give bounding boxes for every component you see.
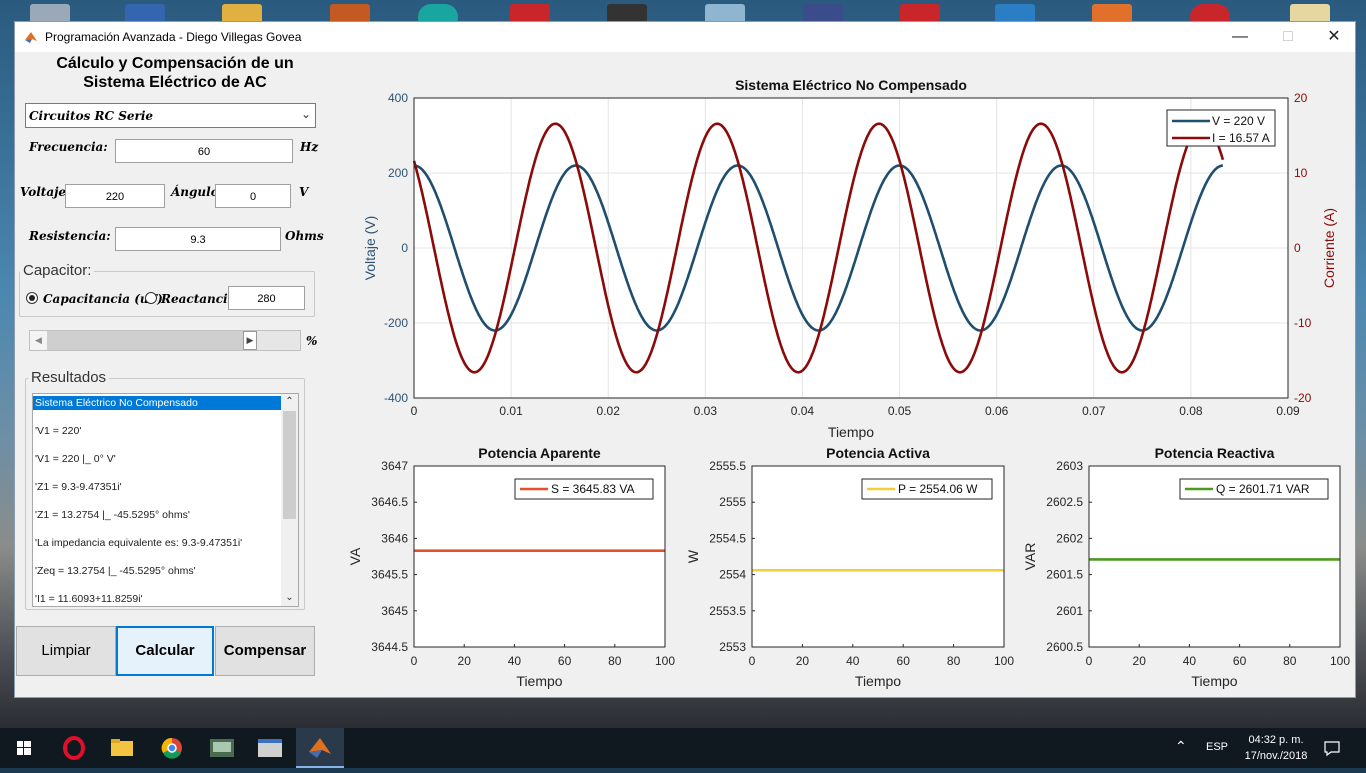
- power3-x-axis-label: Tiempo: [1191, 673, 1237, 689]
- main-x-tick-label: 0.08: [1179, 404, 1203, 418]
- windows-start-icon[interactable]: [0, 728, 48, 768]
- main-x-tick-label: 0.01: [499, 404, 523, 418]
- file-explorer-icon[interactable]: [98, 728, 146, 768]
- power3-y-tick-label: 2602: [1056, 531, 1083, 545]
- main-x-tick-label: 0.09: [1276, 404, 1300, 418]
- clock[interactable]: 04:32 p. m. 17/nov./2018: [1236, 732, 1316, 764]
- power3-y-tick-label: 2603: [1056, 459, 1083, 473]
- power2-y-axis-label: W: [685, 549, 701, 563]
- main-y-right-tick-label: -20: [1294, 391, 1312, 405]
- power2-x-tick-label: 0: [749, 654, 756, 668]
- main-legend-label-1: I = 16.57 A: [1212, 131, 1270, 145]
- main-chart-title: Sistema Eléctrico No Compensado: [735, 77, 967, 93]
- power2-y-tick-label: 2554: [719, 568, 746, 582]
- main-x-tick-label: 0.07: [1082, 404, 1106, 418]
- main-y-axis-label: Voltaje (V): [362, 216, 378, 281]
- chrome-icon[interactable]: [148, 728, 196, 768]
- power1-title: Potencia Aparente: [478, 445, 601, 461]
- main-y-right-tick-label: 0: [1294, 241, 1301, 255]
- power3-x-tick-label: 0: [1086, 654, 1093, 668]
- charts-canvas: 0 0.01 0.02 0.03 0.04 0.05 0.06 0.07 0.08 0.09400…: [347, 77, 1350, 689]
- main-x-tick-label: 0.03: [694, 404, 718, 418]
- power2-y-tick-label: 2555.5: [709, 459, 746, 473]
- power3-title: Potencia Reactiva: [1155, 445, 1275, 461]
- power1-y-tick-label: 3644.5: [371, 640, 408, 654]
- power3-y-tick-label: 2601.5: [1046, 568, 1083, 582]
- clock-date: 17/nov./2018: [1244, 750, 1308, 762]
- main-x-tick-label: 0.02: [597, 404, 621, 418]
- power1-legend-label: S = 3645.83 VA: [551, 482, 635, 496]
- power3-x-tick-label: 100: [1330, 654, 1350, 668]
- main-y-right-axis-label: Corriente (A): [1321, 208, 1337, 288]
- power2-x-tick-label: 100: [994, 654, 1014, 668]
- matlab-taskbar-icon[interactable]: [296, 728, 344, 768]
- power1-y-tick-label: 3647: [381, 459, 408, 473]
- main-y-tick-label: 200: [388, 166, 408, 180]
- power1-y-tick-label: 3645.5: [371, 568, 408, 582]
- power2-x-tick-label: 40: [846, 654, 860, 668]
- power3-x-tick-label: 60: [1233, 654, 1247, 668]
- main-y-right-tick-label: 20: [1294, 91, 1308, 105]
- app-window: Programación Avanzada - Diego Villegas G…: [15, 22, 1355, 697]
- main-y-right-tick-label: -10: [1294, 316, 1312, 330]
- power3-x-tick-label: 80: [1283, 654, 1297, 668]
- power2-x-tick-label: 80: [947, 654, 961, 668]
- power1-y-tick-label: 3646.5: [371, 495, 408, 509]
- power1-y-tick-label: 3645: [381, 604, 408, 618]
- power2-x-tick-label: 20: [796, 654, 810, 668]
- power3-legend-label: Q = 2601.71 VAR: [1216, 482, 1310, 496]
- main-x-axis-label: Tiempo: [828, 424, 874, 440]
- power1-x-axis-label: Tiempo: [516, 673, 562, 689]
- power1-x-tick-label: 20: [458, 654, 472, 668]
- power3-x-tick-label: 40: [1183, 654, 1197, 668]
- power1-x-tick-label: 100: [655, 654, 675, 668]
- power3-y-tick-label: 2601: [1056, 604, 1083, 618]
- taskbar: ⌃ ESP 04:32 p. m. 17/nov./2018: [0, 728, 1366, 768]
- power2-y-tick-label: 2554.5: [709, 531, 746, 545]
- notifications-icon[interactable]: [1322, 738, 1342, 758]
- window-app-icon[interactable]: [246, 728, 294, 768]
- main-x-tick-label: 0.06: [985, 404, 1009, 418]
- chevron-up-icon[interactable]: ⌃: [1175, 738, 1187, 755]
- power3-y-tick-label: 2600.5: [1046, 640, 1083, 654]
- power1-y-axis-label: VA: [347, 547, 363, 565]
- main-x-tick-label: 0.04: [791, 404, 815, 418]
- power1-x-tick-label: 60: [558, 654, 572, 668]
- main-x-tick-label: 0.05: [888, 404, 912, 418]
- power1-x-tick-label: 80: [608, 654, 622, 668]
- power1-y-tick-label: 3646: [381, 531, 408, 545]
- power2-title: Potencia Activa: [826, 445, 930, 461]
- power3-x-tick-label: 20: [1133, 654, 1147, 668]
- main-y-right-tick-label: 10: [1294, 166, 1308, 180]
- main-y-tick-label: 400: [388, 91, 408, 105]
- main-x-tick-label: 0: [411, 404, 418, 418]
- power1-x-tick-label: 40: [508, 654, 522, 668]
- network-app-icon[interactable]: [198, 728, 246, 768]
- main-y-tick-label: -400: [384, 391, 408, 405]
- main-y-tick-label: -200: [384, 316, 408, 330]
- clock-time: 04:32 p. m.: [1248, 734, 1304, 746]
- power2-y-tick-label: 2553: [719, 640, 746, 654]
- power2-x-axis-label: Tiempo: [855, 673, 901, 689]
- power2-legend-label: P = 2554.06 W: [898, 482, 978, 496]
- power2-x-tick-label: 60: [897, 654, 911, 668]
- power2-y-tick-label: 2553.5: [709, 604, 746, 618]
- main-y-tick-label: 0: [401, 241, 408, 255]
- power3-y-tick-label: 2602.5: [1046, 495, 1083, 509]
- power3-y-axis-label: VAR: [1022, 543, 1038, 571]
- language-indicator[interactable]: ESP: [1206, 741, 1228, 753]
- power2-y-tick-label: 2555: [719, 495, 746, 509]
- power1-x-tick-label: 0: [411, 654, 418, 668]
- opera-icon[interactable]: [50, 728, 98, 768]
- main-legend-label-0: V = 220 V: [1212, 114, 1265, 128]
